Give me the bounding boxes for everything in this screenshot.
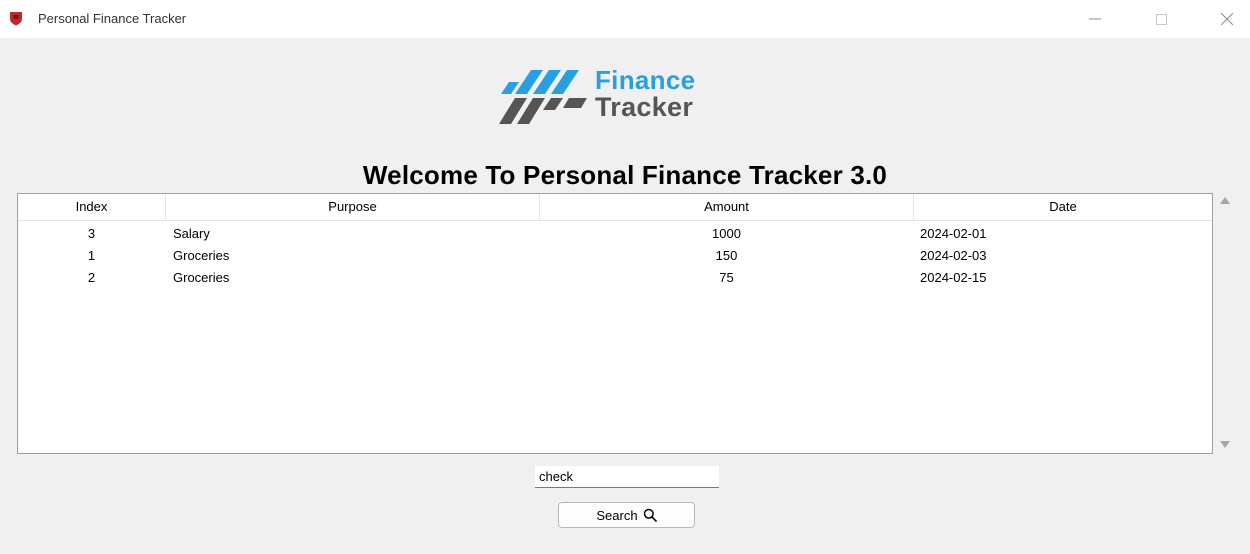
search-icon — [643, 508, 657, 522]
cell-purpose: Groceries — [173, 248, 230, 263]
maximize-button[interactable] — [1141, 4, 1181, 34]
close-icon — [1221, 13, 1233, 25]
table-scrollbar[interactable] — [1217, 193, 1233, 454]
cell-date: 2024-02-03 — [920, 248, 987, 263]
cell-amount: 150 — [715, 248, 738, 263]
table-row[interactable]: 2 Groceries 75 2024-02-15 — [18, 267, 1212, 289]
app-shield-icon — [10, 12, 22, 26]
logo-stripes-icon — [499, 70, 587, 124]
finance-tracker-logo: Finance Tracker — [497, 66, 747, 130]
close-button[interactable] — [1207, 4, 1247, 34]
maximize-icon — [1155, 13, 1167, 25]
transactions-table[interactable]: Index Purpose Amount Date 3 Salary 1000 … — [17, 193, 1213, 454]
table-row[interactable]: 1 Groceries 150 2024-02-03 — [18, 245, 1212, 267]
minimize-button[interactable] — [1075, 4, 1115, 34]
search-button-label: Search — [596, 507, 638, 523]
search-button[interactable]: Search — [558, 502, 695, 528]
cell-purpose: Salary — [173, 226, 210, 241]
column-header-amount[interactable]: Amount — [540, 194, 914, 220]
scroll-down-arrow-icon[interactable] — [1220, 441, 1230, 448]
column-header-purpose[interactable]: Purpose — [166, 194, 540, 220]
page-title: Welcome To Personal Finance Tracker 3.0 — [362, 160, 888, 190]
column-header-date[interactable]: Date — [914, 194, 1212, 220]
cell-purpose: Groceries — [173, 270, 230, 285]
table-row[interactable]: 3 Salary 1000 2024-02-01 — [18, 223, 1212, 245]
cell-date: 2024-02-15 — [920, 270, 987, 285]
cell-amount: 1000 — [712, 226, 741, 241]
column-header-index[interactable]: Index — [18, 194, 166, 220]
cell-date: 2024-02-01 — [920, 226, 987, 241]
scroll-up-arrow-icon[interactable] — [1220, 197, 1230, 204]
title-bar: Personal Finance Tracker — [0, 0, 1250, 38]
table-header: Index Purpose Amount Date — [18, 194, 1212, 221]
window-title: Personal Finance Tracker — [38, 11, 187, 26]
logo-text-finance: Finance — [595, 65, 696, 95]
cell-index: 3 — [87, 226, 96, 241]
cell-amount: 75 — [719, 270, 734, 285]
logo-text-tracker: Tracker — [595, 92, 694, 122]
search-input[interactable] — [535, 466, 719, 488]
cell-index: 1 — [87, 248, 96, 263]
cell-index: 2 — [87, 270, 96, 285]
minimize-icon — [1089, 18, 1101, 20]
